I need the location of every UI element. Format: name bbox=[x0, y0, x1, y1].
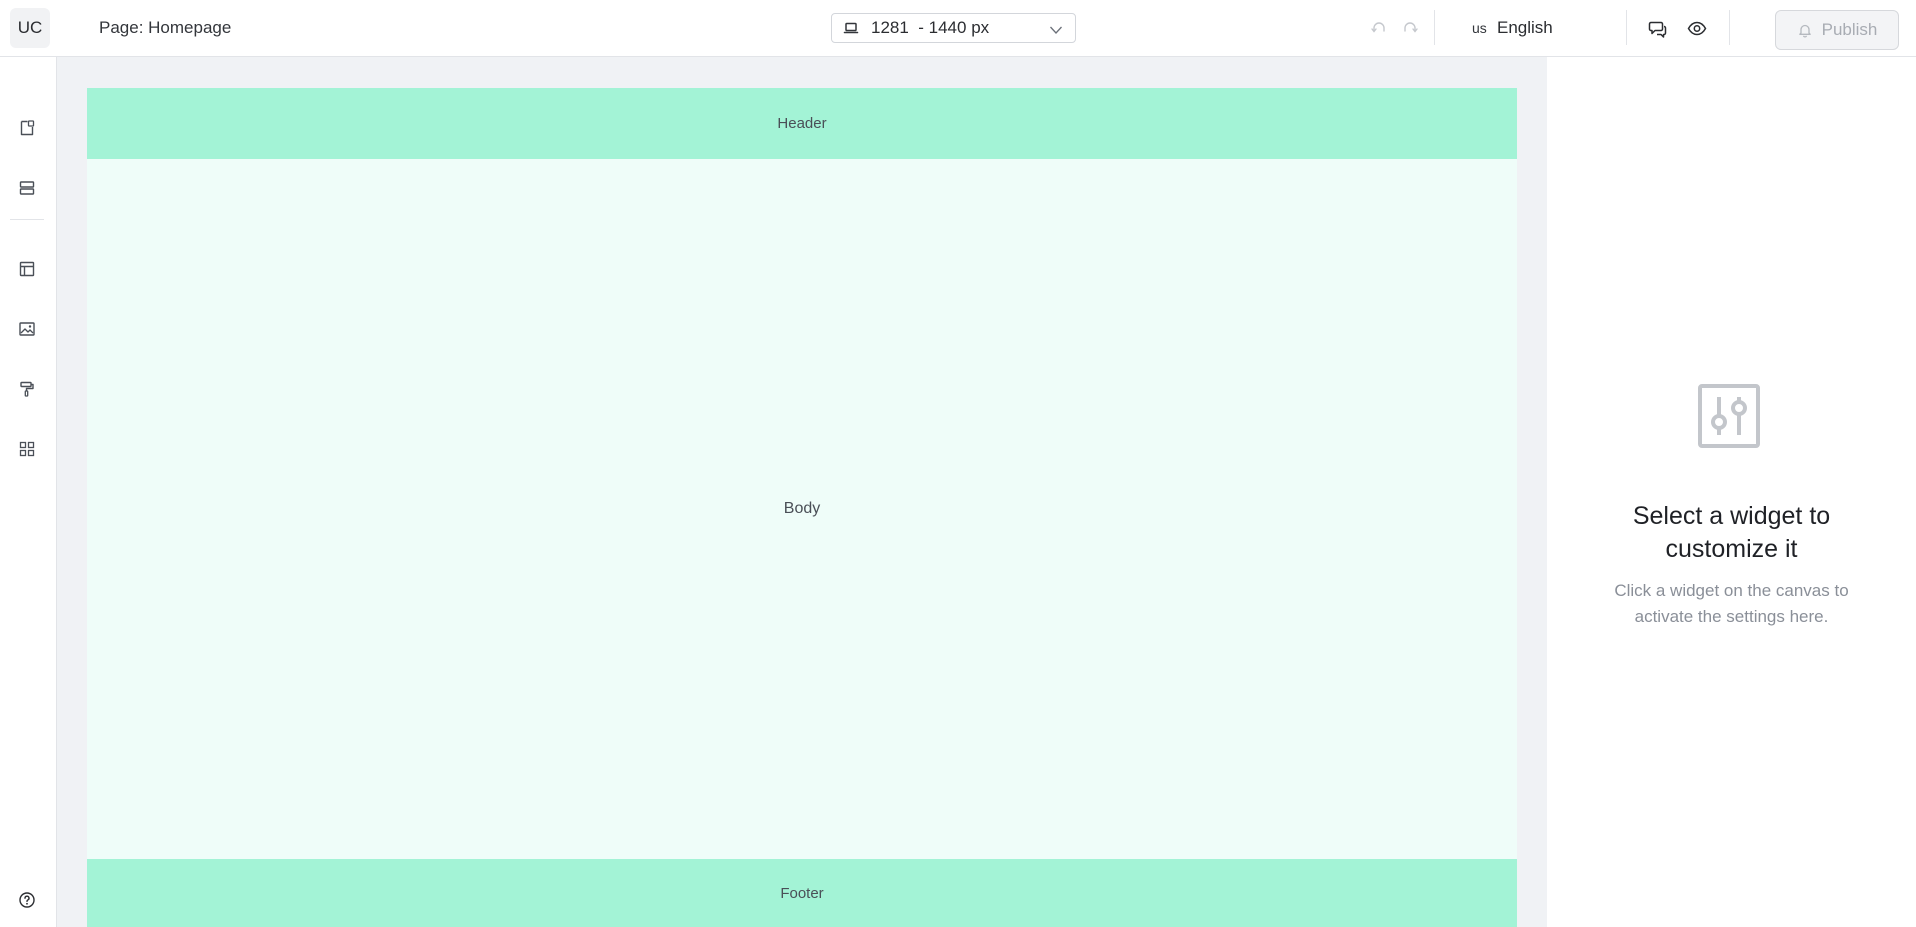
language-select[interactable]: English bbox=[1497, 18, 1553, 38]
empty-state-title-line: customize it bbox=[1665, 535, 1798, 563]
header-section[interactable]: Header bbox=[87, 88, 1517, 159]
image-icon[interactable] bbox=[17, 319, 37, 339]
help-icon[interactable] bbox=[17, 890, 37, 910]
app-logo[interactable]: UC bbox=[10, 8, 50, 48]
footer-section[interactable]: Footer bbox=[87, 859, 1517, 927]
eye-icon[interactable] bbox=[1687, 19, 1707, 38]
toolbar-divider bbox=[1434, 10, 1435, 45]
page-frame: Header Body Footer bbox=[87, 88, 1517, 927]
layout-icon[interactable] bbox=[17, 259, 37, 279]
device-width-select[interactable]: 1281 - 1440 px bbox=[831, 13, 1076, 43]
paint-roller-icon[interactable] bbox=[17, 379, 37, 399]
body-section[interactable]: Body bbox=[87, 159, 1517, 859]
publish-label: Publish bbox=[1821, 20, 1878, 39]
pages-icon[interactable] bbox=[17, 118, 37, 138]
left-sidebar bbox=[0, 57, 57, 927]
empty-state-description-line: activate the settings here. bbox=[1634, 607, 1829, 626]
top-bar: UC Page: Homepage 1281 - 1440 px us Engl… bbox=[0, 0, 1916, 57]
empty-state-title: Select a widget to customize it bbox=[1547, 500, 1916, 566]
laptop-icon bbox=[843, 20, 859, 36]
empty-state-description: Click a widget on the canvas to activate… bbox=[1547, 578, 1916, 630]
redo-icon[interactable] bbox=[1401, 19, 1419, 37]
device-range-label: 1281 - 1440 px bbox=[871, 18, 990, 37]
page-title[interactable]: Page: Homepage bbox=[99, 18, 231, 38]
sections-icon[interactable] bbox=[17, 178, 37, 198]
sliders-icon bbox=[1697, 383, 1761, 449]
toolbar-divider bbox=[1626, 10, 1627, 45]
bell-icon bbox=[1797, 22, 1813, 38]
publish-button[interactable]: Publish bbox=[1775, 10, 1899, 50]
body-section-label: Body bbox=[783, 500, 821, 517]
empty-state-title-line: Select a widget to bbox=[1632, 502, 1831, 530]
settings-panel: Select a widget to customize it Click a … bbox=[1547, 57, 1916, 927]
chevron-down-icon bbox=[1049, 22, 1063, 36]
widgets-grid-icon[interactable] bbox=[17, 439, 37, 459]
undo-icon[interactable] bbox=[1370, 19, 1388, 37]
language-code[interactable]: us bbox=[1472, 20, 1487, 36]
empty-state-description-line: Click a widget on the canvas to bbox=[1614, 581, 1849, 600]
header-section-label: Header bbox=[777, 115, 827, 132]
sidebar-divider bbox=[10, 219, 44, 220]
toolbar-divider bbox=[1729, 10, 1730, 45]
comments-icon[interactable] bbox=[1648, 19, 1667, 38]
footer-section-label: Footer bbox=[780, 884, 824, 902]
editor-canvas: Header Body Footer bbox=[57, 57, 1597, 927]
